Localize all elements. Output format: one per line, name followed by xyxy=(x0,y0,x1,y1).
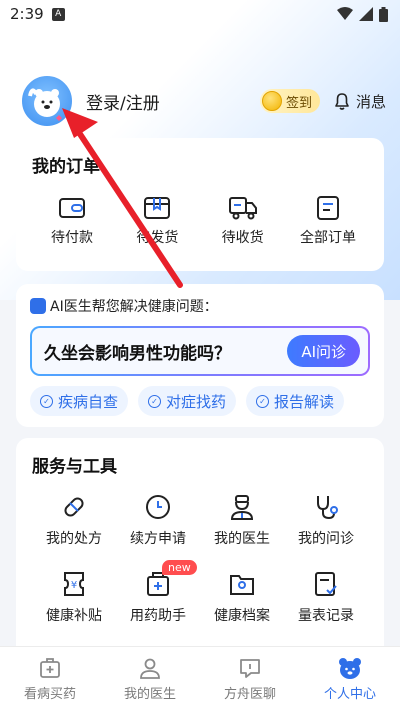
nav-my-doctor[interactable]: 我的医生 xyxy=(100,647,200,710)
stethoscope-icon xyxy=(317,496,338,520)
tool-my-doctor[interactable]: 我的医生 xyxy=(200,493,284,548)
coupon-icon: ¥ xyxy=(64,572,84,596)
status-bar: 2:39 A xyxy=(0,0,400,28)
chip-label: 疾病自查 xyxy=(58,392,119,411)
ai-consult-button[interactable]: AI问诊 xyxy=(287,335,360,367)
tool-label: 量表记录 xyxy=(298,608,354,624)
orders-card: 我的订单 待付款 待发货 待收货 全部订单 xyxy=(16,138,384,271)
tool-label: 我的问诊 xyxy=(298,531,354,547)
nav-see-doctor-buy-medicine[interactable]: 看病买药 xyxy=(0,647,100,710)
nav-label: 个人中心 xyxy=(323,686,376,702)
ai-question-box[interactable]: 久坐会影响男性功能吗？ AI问诊 xyxy=(30,326,370,376)
tool-label: 我的处方 xyxy=(46,531,102,547)
nav-label: 看病买药 xyxy=(23,686,76,702)
wifi-icon xyxy=(337,7,353,20)
messages-label: 消息 xyxy=(355,92,386,111)
tool-renew-prescription[interactable]: 续方申请 xyxy=(116,493,200,548)
login-register-link[interactable]: 登录/注册 xyxy=(86,89,160,114)
order-pending-shipment[interactable]: 待发货 xyxy=(117,195,197,247)
checkin-button[interactable]: 签到 xyxy=(259,89,320,113)
tool-health-subsidy[interactable]: ¥ 健康补贴 xyxy=(32,570,116,625)
doctor-icon xyxy=(230,495,254,520)
wallet-icon xyxy=(59,198,85,218)
order-item-label: 待付款 xyxy=(51,230,93,246)
ai-robot-icon xyxy=(30,298,46,314)
order-pending-payment[interactable]: 待付款 xyxy=(32,195,112,247)
tool-my-consultations[interactable]: 我的问诊 xyxy=(284,493,368,548)
chip-find-medicine[interactable]: ✓ 对症找药 xyxy=(138,386,237,416)
bottom-navigation: 看病买药 我的医生 方舟医聊 个人中心 xyxy=(0,646,400,710)
tool-label: 健康补贴 xyxy=(46,608,102,624)
check-circle-icon: ✓ xyxy=(256,394,270,408)
orders-title: 我的订单 xyxy=(32,157,100,177)
checkin-label: 签到 xyxy=(285,95,312,111)
nav-ark-chat[interactable]: 方舟医聊 xyxy=(200,647,300,710)
box-icon xyxy=(144,197,171,219)
order-pending-receipt[interactable]: 待收货 xyxy=(203,195,283,247)
bear-avatar-icon xyxy=(28,88,62,121)
profile-folder-icon xyxy=(230,575,254,595)
services-tools-card: 服务与工具 我的处方 续方申请 我的医生 我的问诊 ¥ 健康补贴 new 用药助… xyxy=(16,438,384,658)
tool-my-prescriptions[interactable]: 我的处方 xyxy=(32,493,116,548)
signal-icon xyxy=(359,7,373,21)
order-item-label: 待发货 xyxy=(136,230,179,246)
chip-label: 对症找药 xyxy=(166,392,227,411)
avatar[interactable] xyxy=(20,74,74,128)
order-item-label: 全部订单 xyxy=(299,230,356,246)
ai-doctor-card: AI医生帮您解决健康问题： 久坐会影响男性功能吗？ AI问诊 ✓ 疾病自查 ✓ … xyxy=(16,284,384,427)
tool-label: 健康档案 xyxy=(214,608,270,624)
tool-health-records[interactable]: 健康档案 xyxy=(200,570,284,625)
medkit-icon xyxy=(40,657,60,678)
pill-icon xyxy=(64,497,84,517)
order-list-icon xyxy=(316,196,339,220)
doctor-icon xyxy=(140,658,160,679)
nav-personal-center[interactable]: 个人中心 xyxy=(300,647,400,710)
truck-icon xyxy=(228,197,257,220)
check-circle-icon: ✓ xyxy=(40,394,53,408)
status-time: 2:39 xyxy=(10,5,44,23)
nav-label: 方舟医聊 xyxy=(223,686,276,702)
coin-icon xyxy=(261,91,282,111)
order-item-label: 待收货 xyxy=(221,230,264,246)
tool-label: 续方申请 xyxy=(130,531,186,547)
bear-icon xyxy=(339,657,361,679)
tool-medication-assistant[interactable]: new 用药助手 xyxy=(116,560,200,625)
battery-icon xyxy=(379,6,388,22)
messages-button[interactable]: 消息 xyxy=(332,91,386,112)
ai-doctor-heading: AI医生帮您解决健康问题： xyxy=(30,296,370,316)
profile-header: 登录/注册 签到 消息 xyxy=(20,72,386,130)
tool-label: 我的医生 xyxy=(214,531,270,547)
chat-icon xyxy=(240,658,260,678)
bell-icon xyxy=(335,93,349,110)
new-badge: new xyxy=(162,560,197,575)
nav-label: 我的医生 xyxy=(123,686,176,702)
tool-label: 用药助手 xyxy=(130,608,186,624)
clock-icon xyxy=(146,495,170,519)
notification-icon: A xyxy=(51,7,65,21)
order-all[interactable]: 全部订单 xyxy=(288,195,368,247)
ai-doctor-title: AI医生帮您解决健康问题： xyxy=(50,299,218,315)
checklist-icon xyxy=(315,572,337,596)
chip-label: 报告解读 xyxy=(274,392,335,411)
tools-title: 服务与工具 xyxy=(32,457,117,477)
chip-disease-selfcheck[interactable]: ✓ 疾病自查 xyxy=(30,386,129,416)
ai-suggested-question[interactable]: 久坐会影响男性功能吗？ xyxy=(44,339,231,364)
svg-text:¥: ¥ xyxy=(71,580,77,591)
chip-report-reading[interactable]: ✓ 报告解读 xyxy=(246,386,345,416)
check-circle-icon: ✓ xyxy=(148,394,162,408)
tool-scale-records[interactable]: 量表记录 xyxy=(284,570,368,625)
